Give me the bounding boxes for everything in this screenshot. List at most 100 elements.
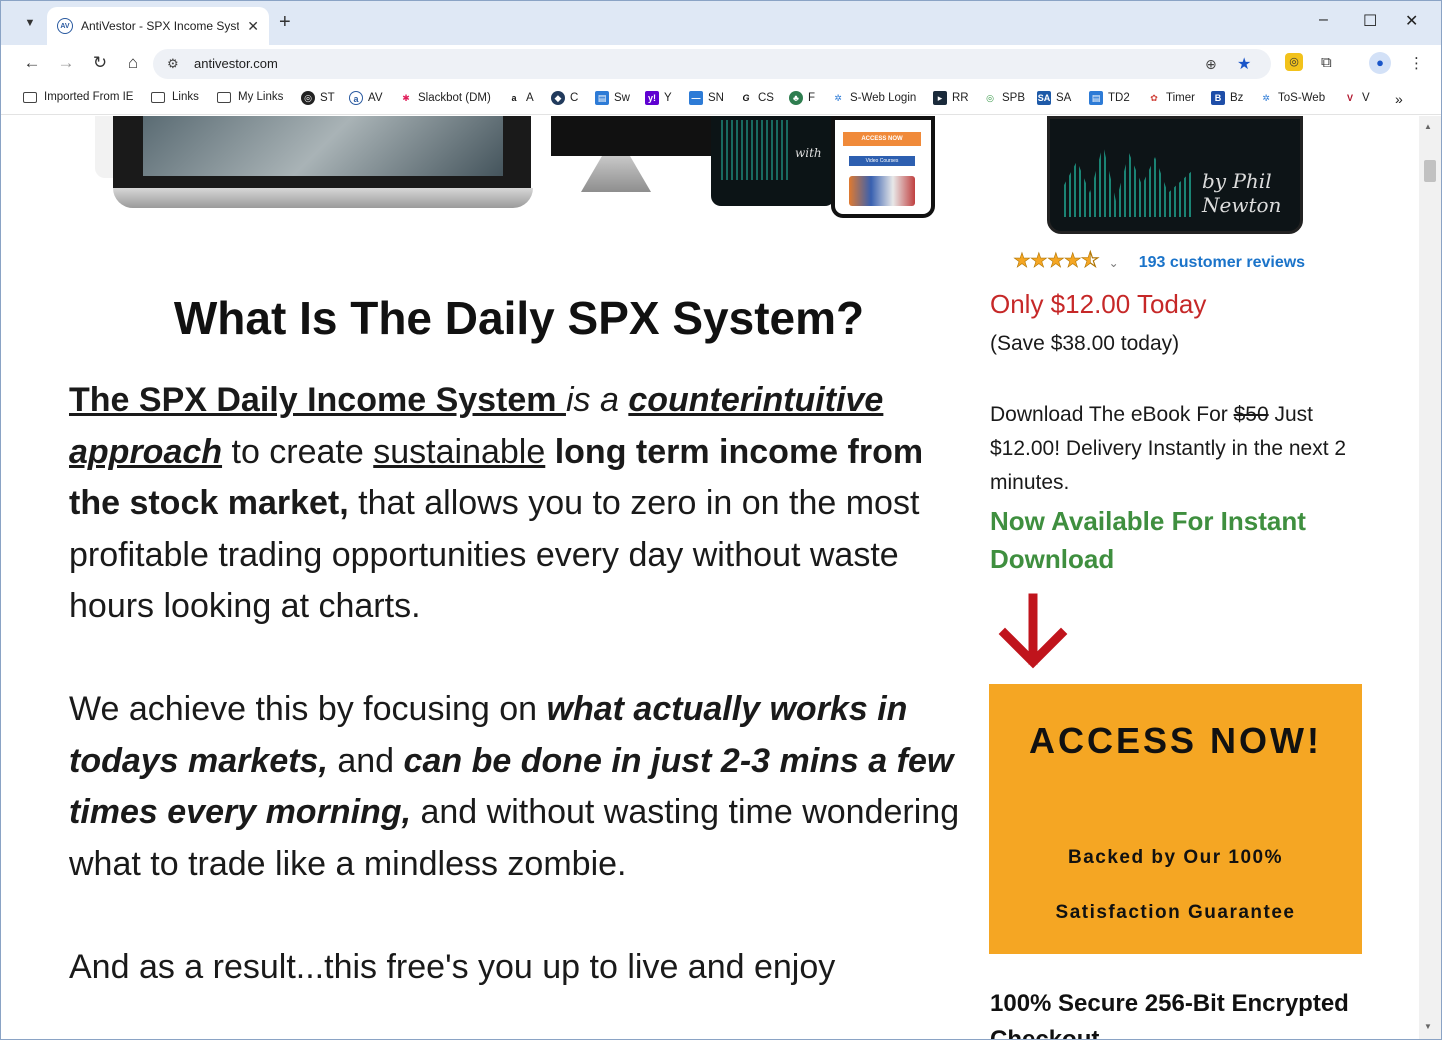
paragraph-3: And as a result...this free's you up to … [69, 947, 836, 986]
slack-icon: ✱ [399, 91, 413, 105]
bookmark-sa[interactable]: SA SA [1037, 91, 1071, 105]
cta-sub-line-1: Backed by Our 100% [1068, 847, 1283, 868]
menu-kebab-icon[interactable]: ⋮ [1409, 54, 1424, 72]
hero-monitor-image [551, 116, 723, 156]
tab-active[interactable]: AV AntiVestor - SPX Income System ✕ [47, 7, 269, 45]
f-icon: ♣ [789, 91, 803, 105]
bookmark-links[interactable]: Links [151, 91, 199, 103]
cs-icon: G [739, 91, 753, 105]
bookmark-sn[interactable]: — SN [689, 91, 724, 105]
bookmark-spb[interactable]: ◎ SPB [983, 91, 1025, 105]
bookmark-cs[interactable]: G CS [739, 91, 774, 105]
ebook-cover-image: by Phil Newton [1047, 116, 1303, 234]
bookmark-sw[interactable]: ▤ Sw [595, 91, 630, 105]
timer-icon: ✿ [1147, 91, 1161, 105]
bookmark-f[interactable]: ♣ F [789, 91, 815, 105]
bookmark-star-icon[interactable]: ★ [1237, 54, 1251, 74]
yahoo-icon: y! [645, 91, 659, 105]
bookmark-td2[interactable]: ▤ TD2 [1089, 91, 1130, 105]
av-icon: a [349, 91, 363, 105]
hero-laptop-base [113, 188, 533, 208]
td2-icon: ▤ [1089, 91, 1103, 105]
cta-sub-label: Backed by Our 100% Satisfaction Guarantee [989, 830, 1362, 940]
p1-system-name: The SPX Daily Income System [69, 381, 566, 419]
p1-sustainable: sustainable [373, 432, 546, 471]
bookmark-s-web-login[interactable]: ✲ S-Web Login [831, 91, 916, 105]
customer-reviews-link[interactable]: 193 customer reviews [1139, 254, 1305, 272]
st-icon: ◎ [301, 91, 315, 105]
hero-phone-image: ACCESS NOW Video Courses [831, 116, 935, 218]
close-window-button[interactable]: ✕ [1405, 11, 1418, 31]
c-icon: ◆ [551, 91, 565, 105]
laptop-screen [143, 116, 503, 176]
sweb-icon: ✲ [831, 91, 845, 105]
down-arrow-icon [998, 593, 1068, 669]
zoom-icon[interactable]: ⊕ [1205, 56, 1217, 73]
back-arrow-icon[interactable]: ← [21, 53, 43, 73]
url-text[interactable]: antivestor.com [194, 56, 278, 71]
scroll-up-icon[interactable]: ▲ [1424, 122, 1432, 131]
bookmark-my-links[interactable]: My Links [217, 91, 283, 103]
bookmark-slackbot[interactable]: ✱ Slackbot (DM) [399, 91, 491, 105]
folder-icon [217, 91, 231, 103]
bookmark-v[interactable]: VV [1343, 91, 1370, 105]
new-tab-button[interactable]: + [279, 11, 291, 34]
sa-icon: SA [1037, 91, 1051, 105]
page-viewport: with ACCESS NOW Video Courses by Phil Ne… [11, 116, 1419, 1040]
page-scrollbar[interactable]: ▲ ▼ [1419, 116, 1441, 1039]
bookmark-a[interactable]: aA [507, 91, 534, 105]
bookmark-st[interactable]: ◎ ST [301, 91, 335, 105]
p1-is-a: is a [565, 381, 629, 419]
sn-icon: — [689, 91, 703, 105]
home-icon[interactable]: ⌂ [122, 53, 144, 73]
download-text: Download The eBook For $50 Just $12.00! … [990, 398, 1370, 500]
forward-arrow-icon[interactable]: → [55, 53, 77, 73]
bookmark-c[interactable]: ◆ C [551, 91, 578, 105]
bookmark-tos-web[interactable]: ✲ ToS-Web [1259, 91, 1325, 105]
tab-search-chevron-icon[interactable]: ▼ [17, 11, 43, 35]
rating-row: ★★★★⯪ ⌄ 193 customer reviews [1013, 246, 1305, 280]
secure-checkout-text: 100% Secure 256-Bit Encrypted Checkout [990, 990, 1349, 1040]
paragraph-1: The SPX Daily Income System is a counter… [69, 375, 969, 633]
site-favicon-icon: AV [57, 18, 73, 34]
page-headline: What Is The Daily SPX System? [173, 292, 865, 344]
phone-caption-strip: Video Courses [849, 156, 915, 166]
access-now-button[interactable]: ACCESS NOW! Backed by Our 100% Satisfacti… [989, 684, 1362, 954]
tablet-script: with [795, 146, 822, 160]
rr-icon: ▸ [933, 91, 947, 105]
p2-and: and [327, 741, 404, 780]
site-settings-icon[interactable]: ⚙ [167, 56, 179, 72]
extension-icon[interactable]: ◎ [1285, 53, 1303, 71]
bookmark-av[interactable]: a AV [349, 91, 383, 105]
sw-icon: ▤ [595, 91, 609, 105]
hero-tablet-image: with [711, 116, 835, 206]
bz-icon: B [1211, 91, 1225, 105]
old-price: $50 [1233, 403, 1269, 426]
browser-toolbar: ← → ↻ ⌂ ⚙ antivestor.com ⊕ ★ ◎ ⧉ ● ⋮ [1, 45, 1441, 83]
available-text: Now Available For Instant Download [990, 506, 1306, 574]
bookmark-y[interactable]: y! Y [645, 91, 672, 105]
cta-main-label: ACCESS NOW! [1029, 720, 1322, 761]
maximize-button[interactable]: ☐ [1363, 11, 1377, 31]
cta-sub-line-2: Satisfaction Guarantee [1055, 902, 1296, 923]
tab-close-icon[interactable]: ✕ [247, 18, 259, 35]
chevron-down-icon[interactable]: ⌄ [1109, 256, 1119, 270]
bookmark-rr[interactable]: ▸ RR [933, 91, 969, 105]
scroll-thumb[interactable] [1424, 160, 1436, 182]
spb-icon: ◎ [983, 91, 997, 105]
hero-monitor-stand [581, 156, 651, 192]
scroll-down-icon[interactable]: ▼ [1424, 1022, 1432, 1031]
profile-avatar-icon[interactable]: ● [1369, 52, 1391, 74]
address-bar[interactable]: ⚙ antivestor.com ⊕ ★ [153, 49, 1271, 79]
bookmark-bz[interactable]: B Bz [1211, 91, 1243, 105]
bookmark-imported-from-ie[interactable]: Imported From IE [23, 91, 133, 103]
bookmark-timer[interactable]: ✿ Timer [1147, 91, 1195, 105]
download-intro: Download The eBook For [990, 403, 1234, 426]
bookmarks-overflow-chevron[interactable]: » [1395, 91, 1403, 107]
minimize-button[interactable]: – [1319, 11, 1328, 29]
phone-caption: Video Courses [865, 158, 899, 164]
phone-books-graphic [849, 176, 915, 206]
extensions-puzzle-icon[interactable]: ⧉ [1321, 54, 1332, 71]
reload-icon[interactable]: ↻ [89, 53, 111, 73]
amazon-icon: a [507, 91, 521, 105]
